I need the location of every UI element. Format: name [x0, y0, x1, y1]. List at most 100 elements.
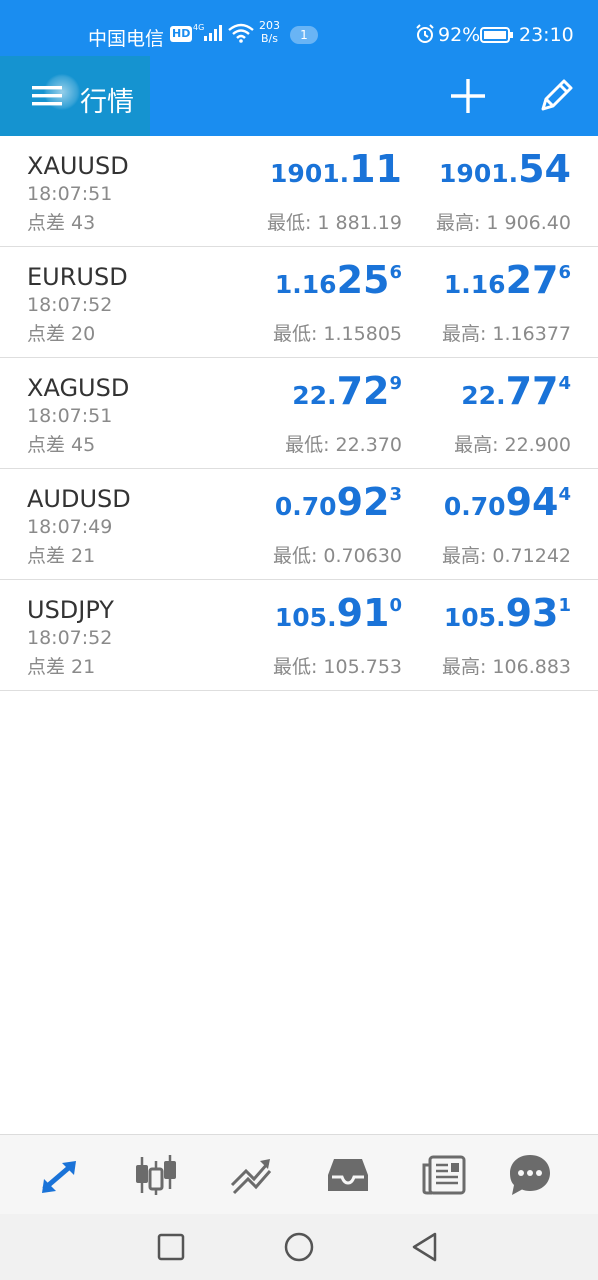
svg-text:4G: 4G: [193, 23, 204, 32]
low-price: 最低: 22.370: [285, 434, 402, 456]
net-speed-unit: B/s: [261, 32, 278, 45]
bid-price[interactable]: 1901.11: [270, 150, 402, 188]
status-bar: 中国电信 HD 4G 203 B/s 1 92% 23:10: [0, 0, 598, 56]
bid-price[interactable]: 22.729: [292, 372, 402, 410]
quotes-arrows-icon[interactable]: [36, 1151, 84, 1199]
ask-price-big: 77: [505, 369, 559, 413]
bid-price[interactable]: 1.16256: [275, 261, 402, 299]
high-price: 最高: 106.883: [441, 656, 571, 678]
bid-price-fraction: 0: [389, 595, 402, 616]
menu-icon[interactable]: [30, 80, 64, 116]
ask-price-big: 27: [505, 258, 559, 302]
spread-label: 点差 21: [27, 545, 96, 567]
add-symbol-button[interactable]: [446, 74, 490, 118]
ask-price-prefix: 0.70: [443, 492, 506, 521]
page-title: 行情: [80, 87, 134, 118]
news-icon[interactable]: [420, 1151, 468, 1199]
bid-price-big: 25: [336, 258, 390, 302]
pencil-icon: [541, 79, 573, 111]
quote-row[interactable]: AUDUSD 18:07:49 点差 21 0.70923 0.70944 最低…: [0, 469, 598, 580]
bid-price-big: 91: [336, 591, 390, 635]
spread-label: 点差 45: [27, 434, 96, 456]
trade-line-icon[interactable]: [228, 1151, 276, 1199]
circle-home-icon[interactable]: [282, 1230, 316, 1264]
bid-price-fraction: 9: [389, 373, 402, 394]
app-bar: 行情: [0, 56, 598, 136]
quote-row[interactable]: XAUUSD 18:07:51 点差 43 1901.11 1901.54 最低…: [0, 136, 598, 247]
triangle-back-icon[interactable]: [408, 1230, 442, 1264]
edit-button[interactable]: [534, 74, 578, 118]
ask-price-fraction: 6: [558, 262, 571, 283]
system-nav-bar: [0, 1214, 598, 1280]
quote-list: XAUUSD 18:07:51 点差 43 1901.11 1901.54 最低…: [0, 136, 598, 691]
low-price: 最低: 1.15805: [272, 323, 402, 345]
ask-price-big: 93: [505, 591, 559, 635]
cell-signal-icon: 4G: [193, 22, 225, 46]
alarm-icon: [415, 24, 435, 48]
bid-price-prefix: 1.16: [274, 270, 337, 299]
low-price: 最低: 1 881.19: [266, 212, 402, 234]
bid-price-big: 72: [336, 369, 390, 413]
notification-badge: 1: [290, 26, 318, 44]
quote-row[interactable]: EURUSD 18:07:52 点差 20 1.16256 1.16276 最低…: [0, 247, 598, 358]
bid-price[interactable]: 0.70923: [275, 483, 402, 521]
high-price: 最高: 0.71242: [441, 545, 571, 567]
plus-icon: [451, 79, 485, 113]
quote-time: 18:07:49: [27, 516, 113, 538]
ask-price[interactable]: 0.70944: [444, 483, 571, 521]
bid-price-prefix: 1901.: [270, 159, 350, 188]
carrier-label: 中国电信: [88, 28, 165, 50]
bid-price-prefix: 105.: [274, 603, 337, 632]
ask-price-big: 94: [505, 480, 559, 524]
battery-percent: 92%: [438, 24, 481, 46]
high-price: 最高: 1 906.40: [435, 212, 571, 234]
bottom-nav: [0, 1134, 598, 1214]
quote-time: 18:07:52: [27, 294, 113, 316]
ask-price-big: 54: [518, 147, 571, 191]
bid-price[interactable]: 105.910: [275, 594, 402, 632]
symbol-name: XAGUSD: [27, 374, 130, 402]
spread-label: 点差 43: [27, 212, 96, 234]
menu-area[interactable]: 行情: [0, 56, 150, 136]
ask-price-prefix: 22.: [461, 381, 506, 410]
bid-price-fraction: 3: [389, 484, 402, 505]
bid-price-prefix: 0.70: [274, 492, 337, 521]
ask-price-prefix: 105.: [443, 603, 506, 632]
quote-time: 18:07:51: [27, 405, 113, 427]
net-speed: 203 B/s: [259, 19, 280, 45]
candlestick-chart-icon[interactable]: [132, 1151, 180, 1199]
quote-time: 18:07:52: [27, 627, 113, 649]
battery-icon: [480, 26, 514, 48]
ask-price-prefix: 1.16: [443, 270, 506, 299]
symbol-name: XAUUSD: [27, 152, 129, 180]
low-price: 最低: 105.753: [272, 656, 402, 678]
symbol-name: USDJPY: [27, 596, 114, 624]
ask-price[interactable]: 105.931: [444, 594, 571, 632]
symbol-name: AUDUSD: [27, 485, 131, 513]
net-speed-value: 203: [259, 19, 280, 32]
high-price: 最高: 22.900: [454, 434, 571, 456]
square-recents-icon[interactable]: [154, 1230, 188, 1264]
hd-badge: HD: [170, 26, 193, 42]
ask-price-prefix: 1901.: [439, 159, 519, 188]
ask-price[interactable]: 22.774: [461, 372, 571, 410]
chat-icon[interactable]: [506, 1151, 554, 1199]
ask-price-fraction: 4: [558, 484, 571, 505]
bid-price-fraction: 6: [389, 262, 402, 283]
ask-price-fraction: 1: [558, 595, 571, 616]
clock: 23:10: [519, 24, 574, 46]
ask-price-fraction: 4: [558, 373, 571, 394]
app-root: 中国电信 HD 4G 203 B/s 1 92% 23:10 行情 XAUUSD…: [0, 0, 598, 1280]
ask-price[interactable]: 1901.54: [439, 150, 571, 188]
ask-price[interactable]: 1.16276: [444, 261, 571, 299]
quote-row[interactable]: USDJPY 18:07:52 点差 21 105.910 105.931 最低…: [0, 580, 598, 691]
bid-price-big: 92: [336, 480, 390, 524]
quote-time: 18:07:51: [27, 183, 113, 205]
spread-label: 点差 20: [27, 323, 96, 345]
history-inbox-icon[interactable]: [324, 1151, 372, 1199]
wifi-icon: [228, 23, 254, 47]
symbol-name: EURUSD: [27, 263, 128, 291]
bid-price-prefix: 22.: [292, 381, 337, 410]
spread-label: 点差 21: [27, 656, 96, 678]
quote-row[interactable]: XAGUSD 18:07:51 点差 45 22.729 22.774 最低: …: [0, 358, 598, 469]
